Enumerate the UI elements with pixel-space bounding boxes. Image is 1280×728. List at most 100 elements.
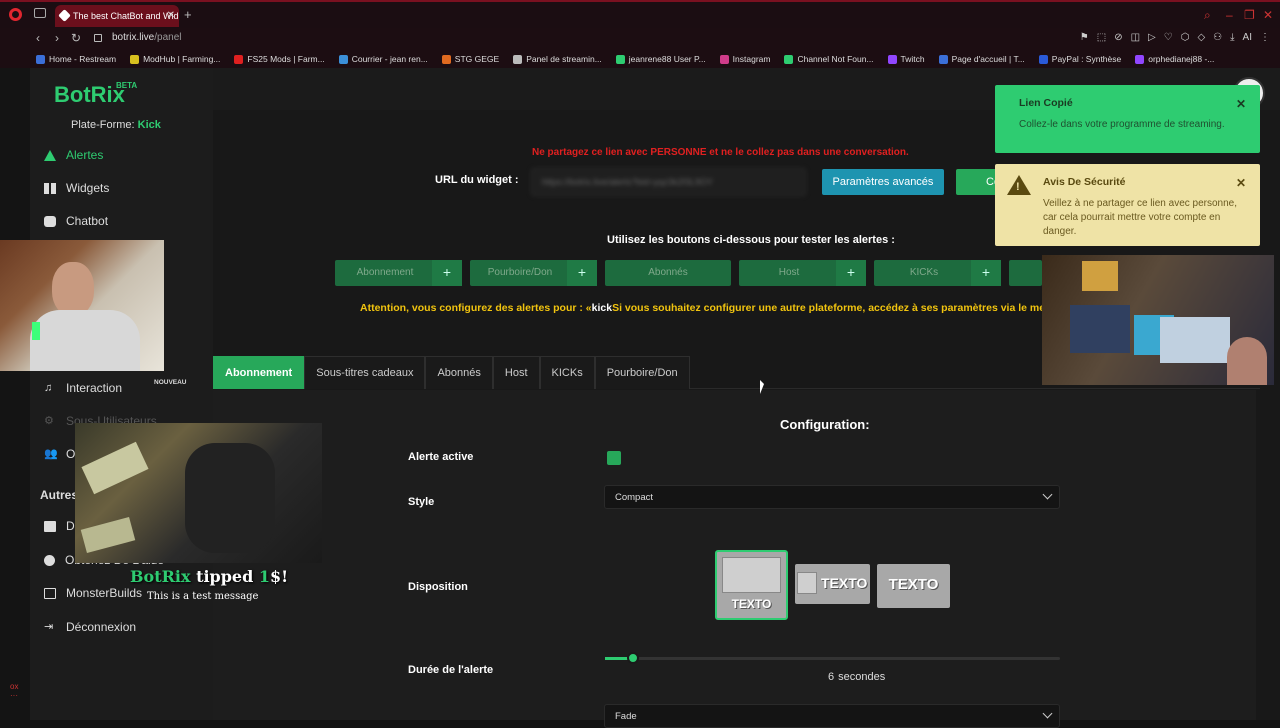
sidebar-item-logout[interactable]: ⇥ Déconnexion	[44, 620, 136, 634]
bookmark-item[interactable]: ModHub | Farming...	[130, 54, 220, 64]
bookmark-label: Instagram	[732, 54, 771, 64]
screenshot-icon[interactable]: ⬚	[1097, 32, 1106, 43]
disposition-option-text-only[interactable]: TEXTO	[877, 564, 950, 608]
bookmark-item[interactable]: Channel Not Foun...	[784, 54, 874, 64]
alert-username: BotRix	[130, 567, 191, 586]
sidebar-item-interaction[interactable]: ♫ Interaction	[44, 381, 122, 395]
maximize-icon[interactable]: ❐	[1244, 8, 1255, 22]
bookmark-label: Twitch	[900, 54, 925, 64]
bookmark-item[interactable]: Page d'accueil | T...	[938, 54, 1025, 64]
bookmark-favicon-icon	[887, 54, 897, 64]
tab-0[interactable]: Abonnement	[213, 356, 305, 389]
widget-url-field[interactable]: https://botrix.live/alerts?bid=yqz3k2f3L…	[531, 168, 806, 196]
browser-tab-active[interactable]: The best ChatBot and Wid ✕	[55, 5, 179, 27]
bookmark-item[interactable]: Instagram	[719, 54, 771, 64]
close-icon[interactable]: ✕	[1236, 97, 1246, 111]
download-icon[interactable]: ⤓	[1230, 32, 1234, 43]
advanced-settings-button[interactable]: Paramètres avancés	[822, 169, 944, 195]
test-button-label: Pourboire/Don	[487, 267, 553, 278]
close-window-icon[interactable]: ✕	[1263, 8, 1273, 22]
animation-select[interactable]: Fade	[604, 704, 1060, 728]
test-button-1[interactable]: Pourboire/Don +	[470, 260, 597, 286]
webcam-poster	[1082, 261, 1118, 291]
close-icon[interactable]: ✕	[1236, 176, 1246, 190]
tab-1[interactable]: Sous-titres cadeaux	[304, 356, 426, 389]
wallet-icon[interactable]: ◇	[1197, 32, 1205, 43]
search-icon[interactable]: ⌕	[1204, 8, 1211, 23]
bookmark-item[interactable]: Twitch	[887, 54, 925, 64]
sidebar-item-monsterbuilds[interactable]: MonsterBuilds	[44, 586, 142, 600]
bookmark-item[interactable]: orphedianej88 -...	[1135, 54, 1214, 64]
close-tab-icon[interactable]: ✕	[167, 10, 175, 21]
bookmark-item[interactable]: Courrier - jean ren...	[338, 54, 428, 64]
test-button-0[interactable]: Abonnement +	[335, 260, 462, 286]
bookmark-favicon-icon	[1135, 54, 1145, 64]
menu-icon[interactable]: ⋮	[1260, 32, 1270, 43]
sidebar-item-d[interactable]: D	[44, 519, 75, 533]
alert-active-label: Alerte active	[408, 451, 474, 463]
bookmark-item[interactable]: jeanrene88 User P...	[615, 54, 706, 64]
duration-slider-track[interactable]	[605, 657, 1060, 660]
reload-icon[interactable]: ↻	[71, 31, 81, 45]
bookmark-item[interactable]: Panel de streamin...	[513, 54, 602, 64]
bookmark-icon[interactable]: ⚑	[1080, 32, 1089, 43]
tab-5[interactable]: Pourboire/Don	[594, 356, 690, 389]
duration-number: 6	[828, 671, 835, 683]
back-icon[interactable]: ‹	[36, 31, 40, 45]
style-label: Style	[408, 496, 435, 508]
test-button-4[interactable]: KICKs +	[874, 260, 1001, 286]
bookmark-item[interactable]: PayPal : Synthèse	[1038, 54, 1121, 64]
copy-button[interactable]: Copier	[956, 169, 1000, 195]
tab-switcher-icon[interactable]	[34, 8, 46, 18]
tab-4[interactable]: KICKs	[539, 356, 595, 389]
new-badge: NOUVEAU	[154, 379, 187, 386]
duration-unit: secondes	[838, 671, 886, 683]
style-select[interactable]: Compact	[604, 485, 1060, 509]
sidebar-item-chatbot[interactable]: Chatbot	[44, 214, 108, 228]
adblock-icon[interactable]: ⊘	[1114, 32, 1122, 43]
bookmark-item[interactable]: Home - Restream	[36, 54, 116, 64]
opera-logo-icon[interactable]	[9, 8, 22, 21]
plus-icon[interactable]: +	[836, 260, 866, 286]
duration-label: Durée de l'alerte	[408, 664, 494, 676]
tab-3[interactable]: Host	[492, 356, 540, 389]
player-icon[interactable]: ▷	[1148, 32, 1156, 43]
new-tab-icon[interactable]: +	[184, 7, 192, 22]
webcam-person-head	[52, 262, 94, 316]
webcam-person-body	[30, 310, 140, 371]
url-field[interactable]: botrix.live/panel	[112, 32, 182, 43]
botrix-logo[interactable]: BotRix	[54, 82, 125, 108]
tab-2[interactable]: Abonnés	[425, 356, 493, 389]
webcam-person	[1227, 337, 1267, 385]
disposition-option-inline[interactable]: TEXTO	[795, 564, 870, 604]
camera-icon[interactable]: ◫	[1131, 32, 1140, 43]
plus-icon[interactable]: +	[971, 260, 1001, 286]
bookmark-favicon-icon	[130, 54, 140, 64]
sidebar-extra-icon[interactable]: ox ···	[10, 682, 18, 700]
test-button-more[interactable]	[1009, 260, 1042, 286]
webcam-monitor	[1070, 305, 1130, 353]
extension-icons: ⚑ ⬚ ⊘ ◫ ▷ ♡ ⬡ ◇ ⚇ ⤓ AI ⋮	[1080, 32, 1270, 43]
heart-icon[interactable]: ♡	[1164, 32, 1173, 43]
test-button-2[interactable]: Abonnés	[605, 260, 731, 286]
url-path: /panel	[154, 32, 182, 43]
test-button-3[interactable]: Host +	[739, 260, 866, 286]
alert-active-checkbox[interactable]	[607, 451, 621, 465]
minimize-icon[interactable]: –	[1226, 8, 1233, 22]
ai-icon[interactable]: AI	[1243, 32, 1252, 43]
sidebar-item-o[interactable]: 👥 O	[44, 447, 75, 461]
forward-icon[interactable]: ›	[55, 31, 59, 45]
bookmark-item[interactable]: FS25 Mods | Farm...	[234, 54, 325, 64]
sidebar-item-widgets[interactable]: Widgets	[44, 181, 109, 195]
plus-icon[interactable]: +	[432, 260, 462, 286]
toast-message: Collez-le dans votre programme de stream…	[1019, 119, 1225, 130]
profile-icon[interactable]: ⚇	[1213, 32, 1222, 43]
sidebar-item-label: Interaction	[66, 381, 123, 395]
extensions-icon[interactable]: ⬡	[1181, 32, 1190, 43]
bookmark-item[interactable]: STG GEGE	[441, 54, 499, 64]
plus-icon[interactable]: +	[567, 260, 597, 286]
disposition-option-stacked[interactable]: TEXTO	[715, 550, 788, 620]
tab-title: The best ChatBot and Wid	[73, 11, 179, 21]
platform-value: Kick	[137, 119, 161, 131]
sidebar-item-alertes[interactable]: Alertes	[44, 148, 103, 162]
